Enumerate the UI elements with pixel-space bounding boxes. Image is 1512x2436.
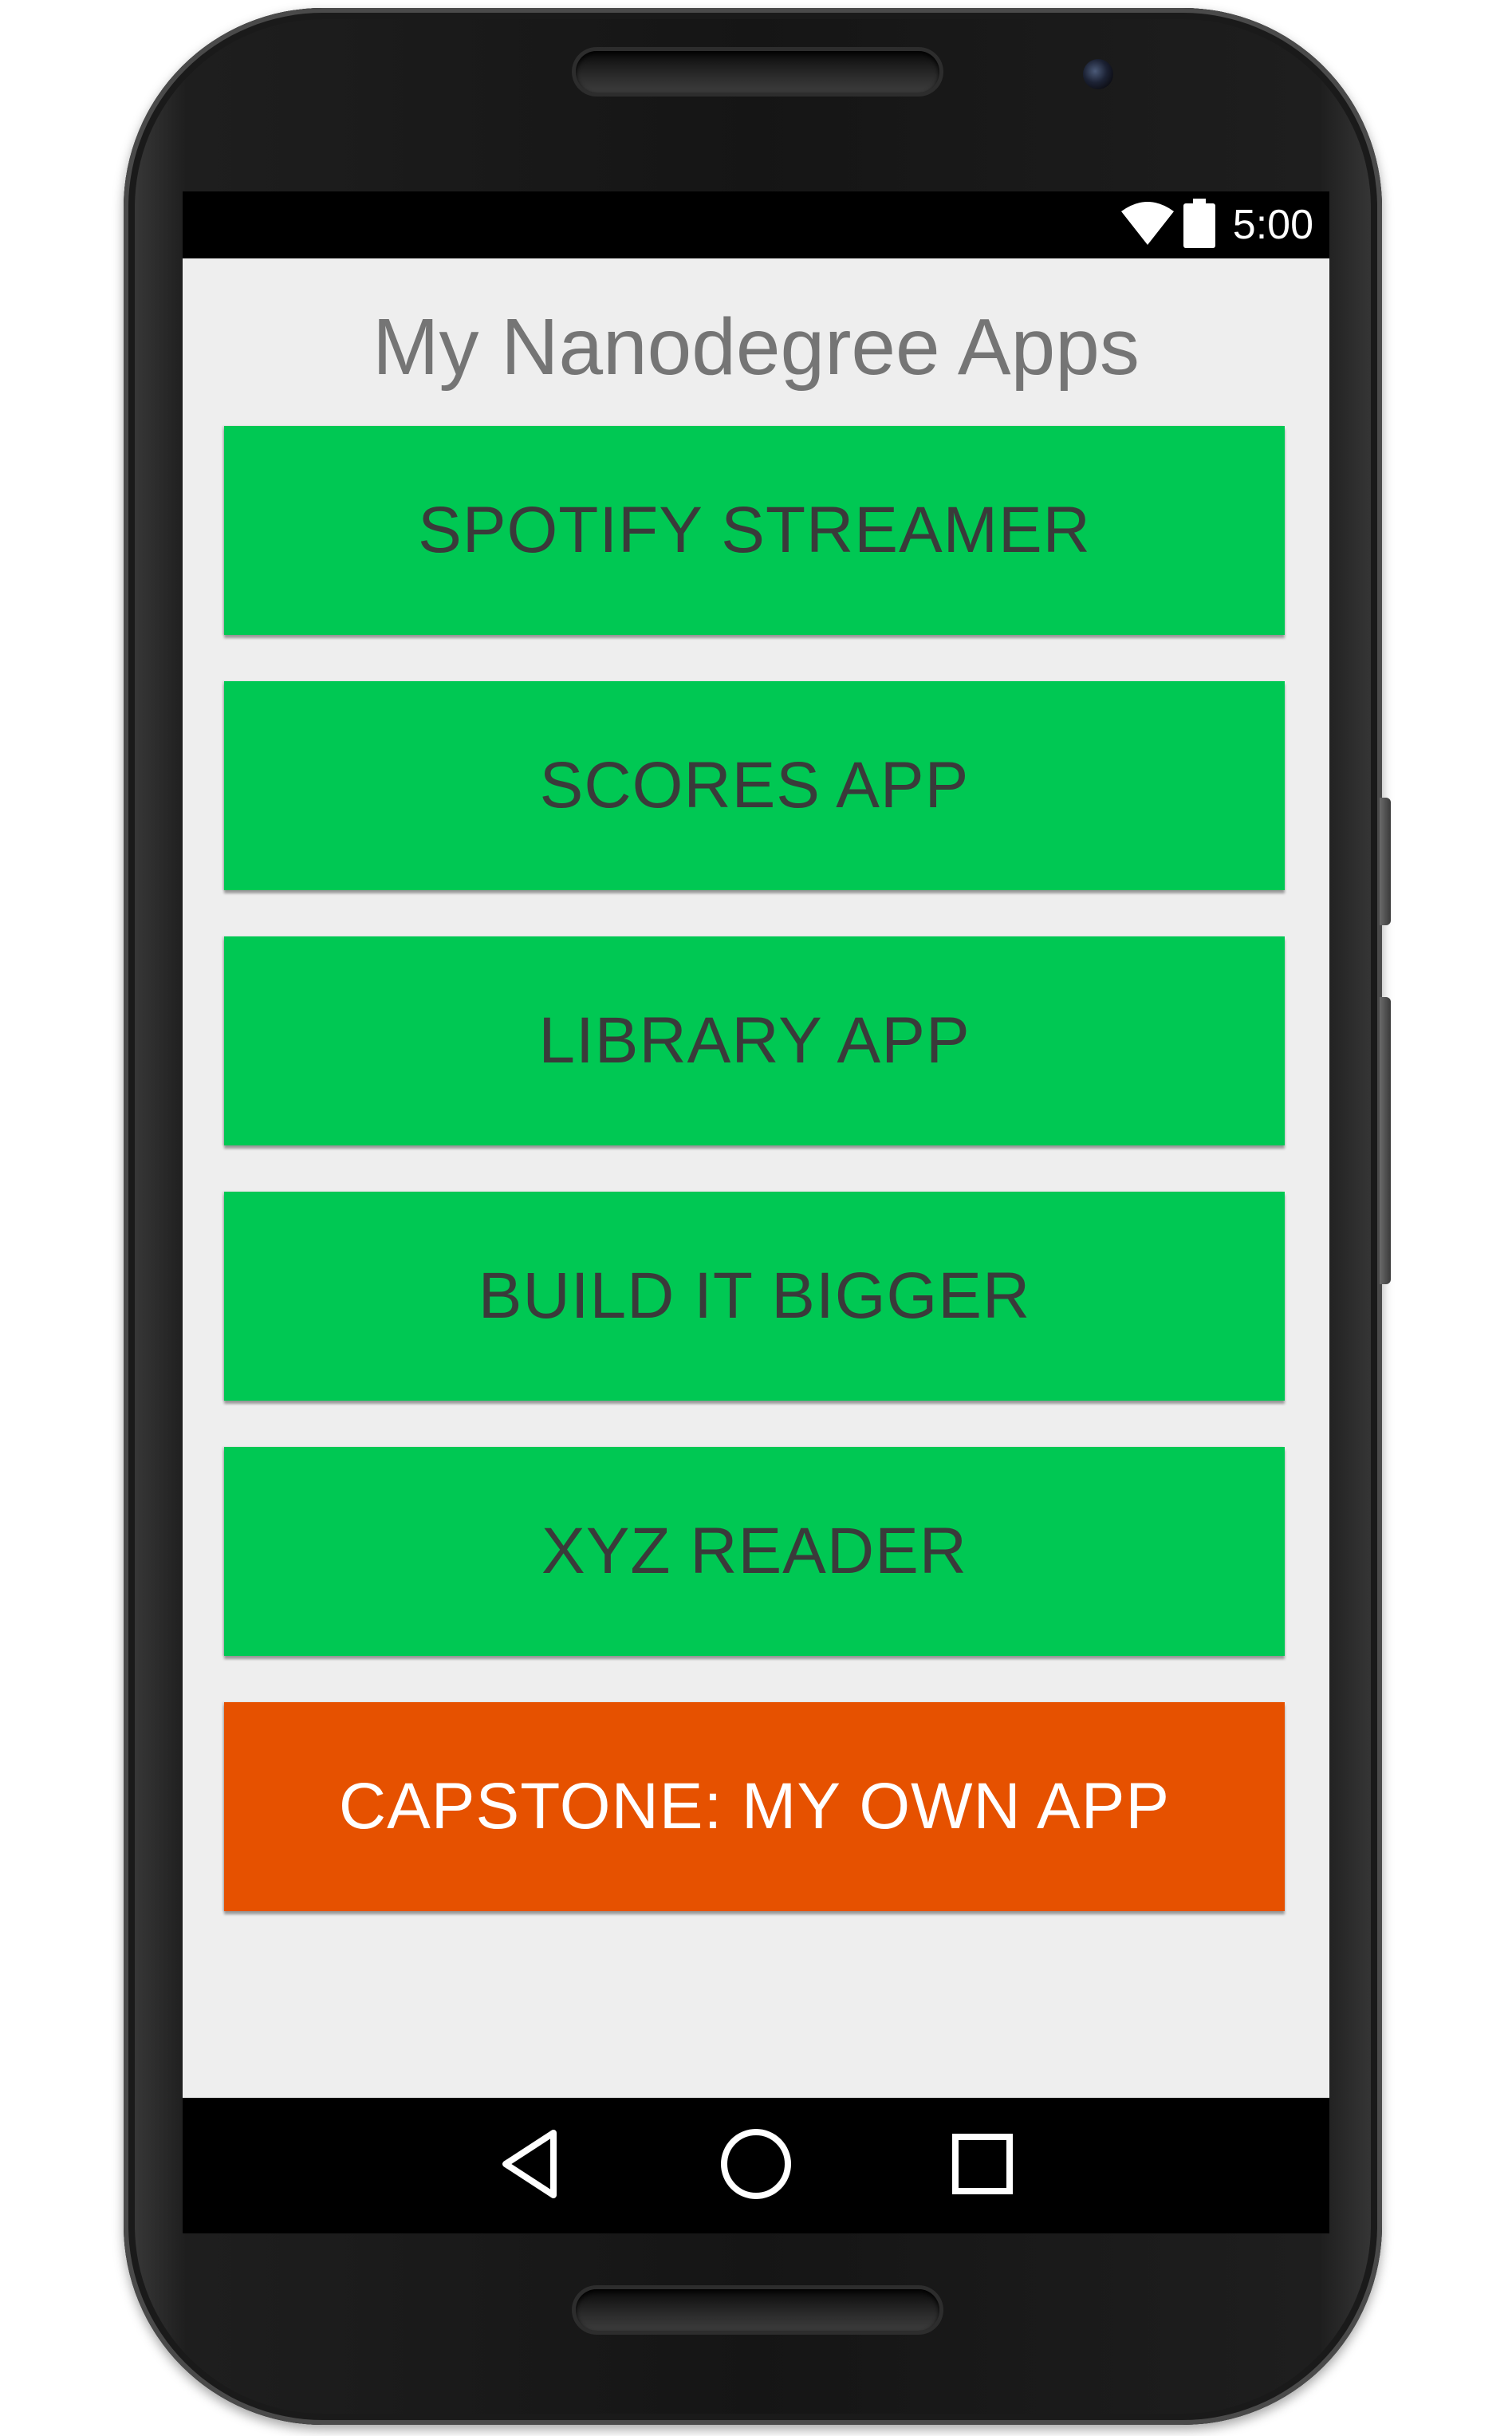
app-content: My Nanodegree Apps SPOTIFY STREAMER SCOR… <box>183 258 1329 2098</box>
library-app-button[interactable]: LIBRARY APP <box>224 936 1285 1145</box>
front-camera <box>1083 59 1113 89</box>
power-button <box>1380 997 1391 1284</box>
capstone-button[interactable]: CAPSTONE: MY OWN APP <box>224 1702 1285 1911</box>
page-title: My Nanodegree Apps <box>372 302 1140 392</box>
status-time: 5:00 <box>1232 202 1313 248</box>
volume-button <box>1380 798 1391 925</box>
nav-recents-button[interactable] <box>939 2122 1026 2209</box>
nav-back-button[interactable] <box>486 2122 573 2209</box>
navigation-bar <box>183 2098 1329 2233</box>
scores-app-button[interactable]: SCORES APP <box>224 681 1285 890</box>
build-it-bigger-button[interactable]: BUILD IT BIGGER <box>224 1192 1285 1401</box>
top-speaker-grille <box>576 51 939 93</box>
back-icon <box>498 2128 561 2203</box>
xyz-reader-button[interactable]: XYZ READER <box>224 1447 1285 1656</box>
status-bar: 5:00 <box>183 191 1329 258</box>
recents-icon <box>951 2132 1014 2199</box>
status-icons: 5:00 <box>1120 191 1313 258</box>
phone-screen: 5:00 My Nanodegree Apps SPOTIFY STREAMER… <box>183 191 1329 2233</box>
nav-home-button[interactable] <box>712 2122 800 2209</box>
home-icon <box>719 2127 793 2204</box>
device-frame-stage: 5:00 My Nanodegree Apps SPOTIFY STREAMER… <box>0 0 1512 2436</box>
bottom-speaker-grille <box>576 2289 939 2331</box>
wifi-icon <box>1120 202 1174 248</box>
battery-icon <box>1183 199 1215 251</box>
spotify-streamer-button[interactable]: SPOTIFY STREAMER <box>224 426 1285 635</box>
